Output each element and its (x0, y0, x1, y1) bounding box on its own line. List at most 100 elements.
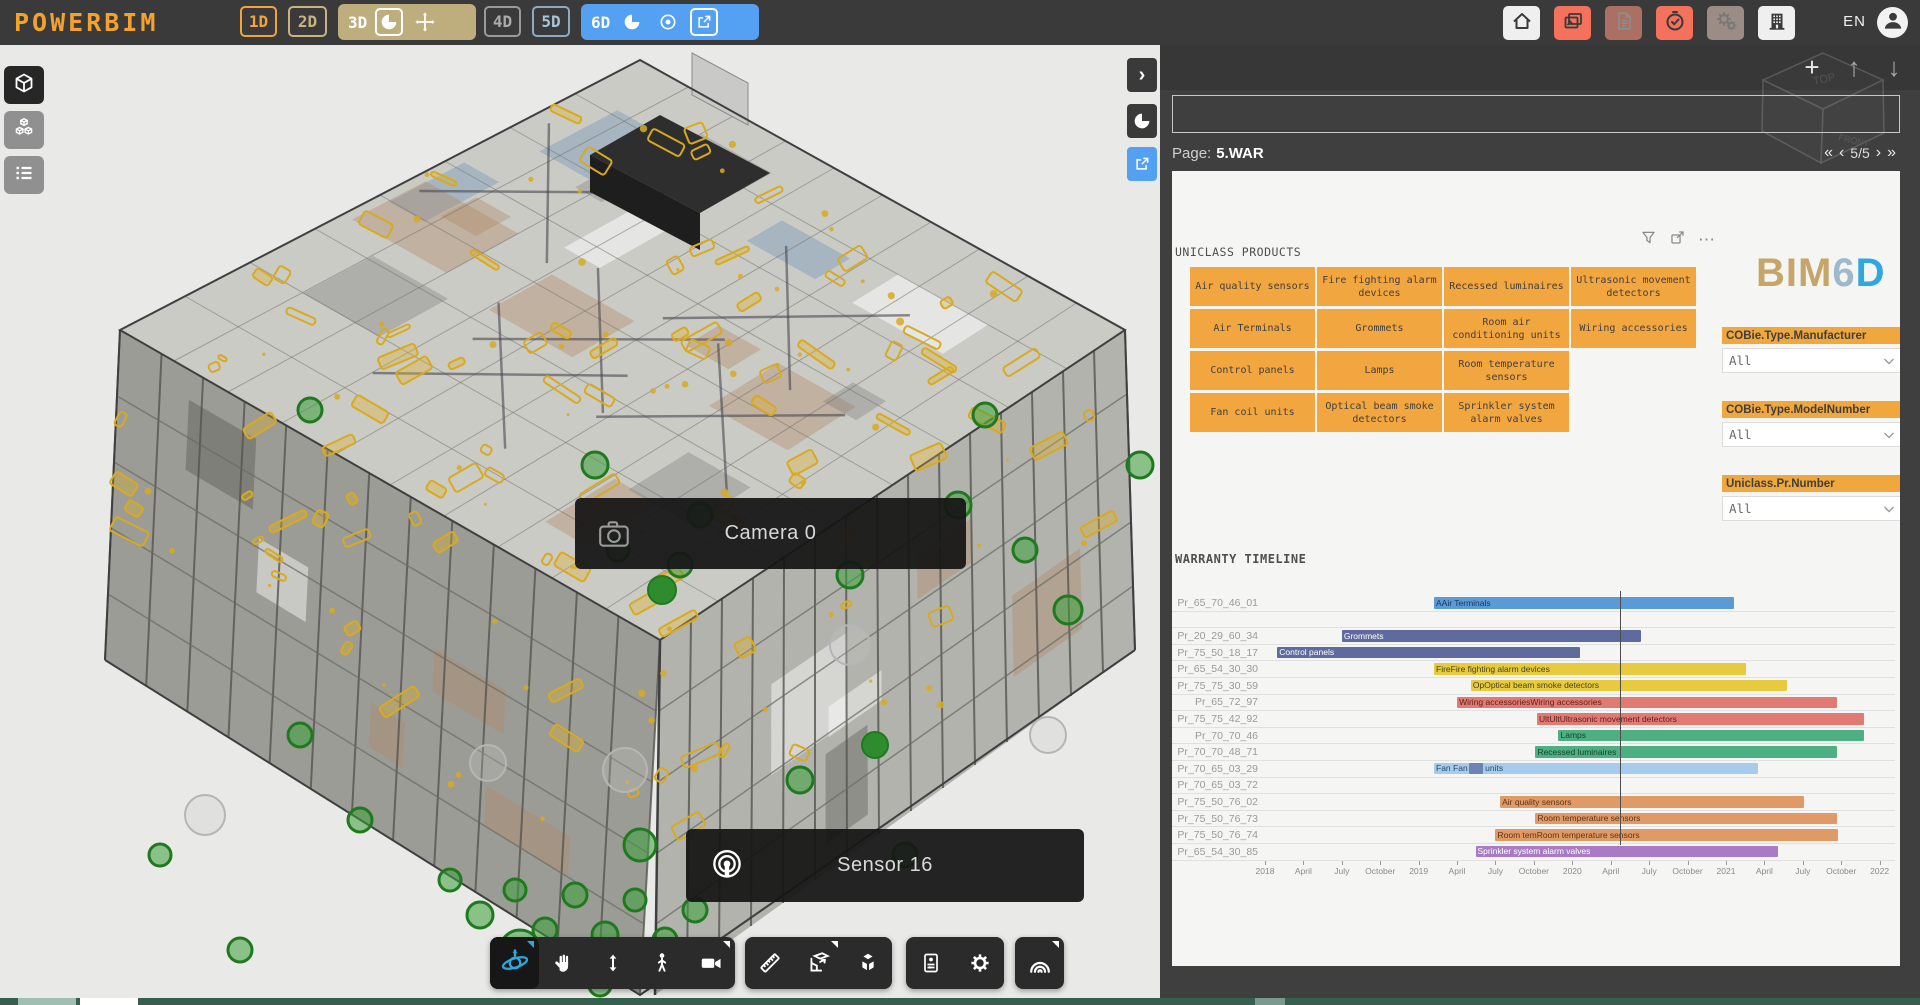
product-filter-button[interactable]: Room air conditioning units (1444, 309, 1569, 348)
focus-mode-icon[interactable] (1669, 229, 1686, 251)
panel-nav-button[interactable] (906, 937, 955, 989)
gantt-bar[interactable]: OpOptical beam smoke detectors (1471, 680, 1788, 692)
gantt-bar[interactable]: UltUltUltrasonic movement detectors (1537, 713, 1864, 725)
gantt-row-track: Lamps (1265, 728, 1895, 744)
slicer-header: Uniclass.Pr.Number (1722, 475, 1900, 492)
product-filter-button[interactable]: Fan coil units (1190, 393, 1315, 432)
product-filter-button[interactable]: Room temperature sensors (1444, 351, 1569, 390)
pie-chart-strip-button[interactable] (1127, 104, 1157, 138)
user-avatar[interactable] (1877, 7, 1908, 38)
gantt-row: Pr_75_75_42_92 UltUltUltrasonic movement … (1172, 711, 1895, 728)
gantt-bar-label: Room temRoom temperature sensors (1497, 830, 1639, 840)
mode-1d-button[interactable]: 1D (240, 6, 277, 37)
move-icon[interactable] (411, 8, 439, 36)
chevron-right-strip-button[interactable]: › (1127, 58, 1157, 92)
mode-3d-group[interactable]: 3D (338, 4, 476, 40)
mode-4d-button[interactable]: 4D (484, 6, 521, 37)
axis-tick-label: October (1672, 866, 1702, 876)
video-camera-nav-button[interactable] (686, 937, 735, 989)
arrow-down-button[interactable]: ↓ (1876, 49, 1912, 85)
first-page-button[interactable]: « (1824, 144, 1833, 162)
gantt-bar[interactable]: Room temperature sensors (1535, 813, 1836, 825)
product-filter-button[interactable]: Wiring accessories (1571, 309, 1696, 348)
product-filter-button[interactable]: Recessed luminaires (1444, 267, 1569, 306)
language-selector[interactable]: EN (1843, 13, 1866, 30)
explode-nav-button[interactable] (843, 937, 892, 989)
gantt-bar[interactable]: FireFire fighting alarm devices (1434, 663, 1746, 675)
gantt-row-track: Recessed luminaires (1265, 744, 1895, 760)
home-icon (1510, 9, 1534, 38)
hand-nav-button[interactable] (539, 937, 588, 989)
axis-tick (1803, 861, 1804, 865)
assembly-tool-button[interactable] (4, 111, 44, 149)
next-page-button[interactable]: › (1876, 144, 1881, 162)
slicer-dropdown[interactable]: All (1722, 348, 1900, 373)
gantt-bar[interactable]: AAir Terminals (1434, 597, 1734, 609)
gantt-bar[interactable]: Wiring accessoriesWiring accessories (1457, 697, 1837, 709)
gantt-bar[interactable]: Control panels (1277, 647, 1580, 659)
gantt-bar[interactable]: Air quality sensors (1500, 796, 1804, 808)
ruler-nav-button[interactable] (745, 937, 794, 989)
home-button[interactable] (1503, 6, 1540, 40)
report-button[interactable] (1656, 6, 1693, 40)
external-link-strip-button[interactable] (1127, 147, 1157, 181)
product-filter-button[interactable]: Sprinkler system alarm valves (1444, 393, 1569, 432)
mode-6d-label: 6D (591, 13, 610, 32)
mode-2d-button[interactable]: 2D (288, 6, 327, 37)
sensors-nav-button[interactable] (1015, 937, 1064, 989)
pie-chart-icon[interactable] (375, 8, 403, 36)
record-icon[interactable] (654, 8, 682, 36)
add-view-button[interactable]: + (1794, 49, 1830, 85)
bottom-scrollbar[interactable] (0, 998, 1920, 1005)
cube-tool-button[interactable] (4, 66, 44, 104)
gear-nav-button[interactable] (955, 937, 1004, 989)
mode-5d-button[interactable]: 5D (532, 6, 570, 37)
page-prefix: Page: (1172, 145, 1211, 162)
camera-tooltip[interactable]: Camera 0 (575, 498, 966, 569)
prev-page-button[interactable]: ‹ (1839, 144, 1844, 162)
scrollbar-segment[interactable] (18, 998, 76, 1005)
axis-tick-label: October (1826, 866, 1856, 876)
scrollbar-segment[interactable] (1255, 998, 1285, 1005)
walk-nav-button[interactable] (637, 937, 686, 989)
nav-toolbar-group (906, 937, 1004, 989)
gantt-bar-overlay (1469, 763, 1483, 775)
external-link-icon (1133, 155, 1151, 173)
mode-6d-group[interactable]: 6D (581, 4, 759, 40)
orbit-nav-button[interactable] (490, 937, 539, 989)
filter-icon[interactable] (1640, 229, 1657, 251)
gantt-bar[interactable]: Grommets (1342, 630, 1642, 642)
sensor-tooltip[interactable]: Sensor 16 (686, 829, 1084, 902)
panel-search-input[interactable] (1172, 95, 1900, 133)
gantt-bar[interactable]: Lamps (1558, 730, 1864, 742)
building-button[interactable] (1758, 6, 1795, 40)
external-link-icon[interactable] (690, 8, 718, 36)
last-page-button[interactable]: » (1887, 144, 1896, 162)
pie-chart-icon[interactable] (618, 8, 646, 36)
gallery-button[interactable] (1554, 6, 1591, 40)
gears-button[interactable] (1707, 6, 1744, 40)
product-filter-button[interactable]: Grommets (1317, 309, 1442, 348)
gantt-bar[interactable]: Room temRoom temperature sensors (1495, 829, 1838, 841)
list-tool-button[interactable] (4, 156, 44, 194)
slicer-dropdown[interactable]: All (1722, 422, 1900, 447)
section-nav-button[interactable] (794, 937, 843, 989)
product-filter-button[interactable]: Fire fighting alarm devices (1317, 267, 1442, 306)
gantt-row-label: Pr_75_75_42_92 (1172, 713, 1265, 725)
product-filter-button[interactable]: Optical beam smoke detectors (1317, 393, 1442, 432)
product-filter-button[interactable]: Air Terminals (1190, 309, 1315, 348)
gantt-bar[interactable]: Recessed luminaires (1535, 746, 1836, 758)
scrollbar-segment[interactable] (80, 998, 138, 1005)
gantt-row: Pr_65_70_46_01AAir Terminals (1172, 595, 1895, 612)
product-filter-button[interactable]: Control panels (1190, 351, 1315, 390)
product-filter-button[interactable]: Air quality sensors (1190, 267, 1315, 306)
slicer-dropdown[interactable]: All (1722, 496, 1900, 521)
arrow-up-button[interactable]: ↑ (1836, 49, 1872, 85)
more-options-icon[interactable]: ⋯ (1698, 230, 1715, 250)
axis-tick (1611, 861, 1612, 865)
document-button[interactable] (1605, 6, 1642, 40)
gantt-bar[interactable]: Sprinkler system alarm valves (1476, 846, 1779, 858)
product-filter-button[interactable]: Ultrasonic movement detectors (1571, 267, 1696, 306)
product-filter-button[interactable]: Lamps (1317, 351, 1442, 390)
elevation-nav-button[interactable] (588, 937, 637, 989)
